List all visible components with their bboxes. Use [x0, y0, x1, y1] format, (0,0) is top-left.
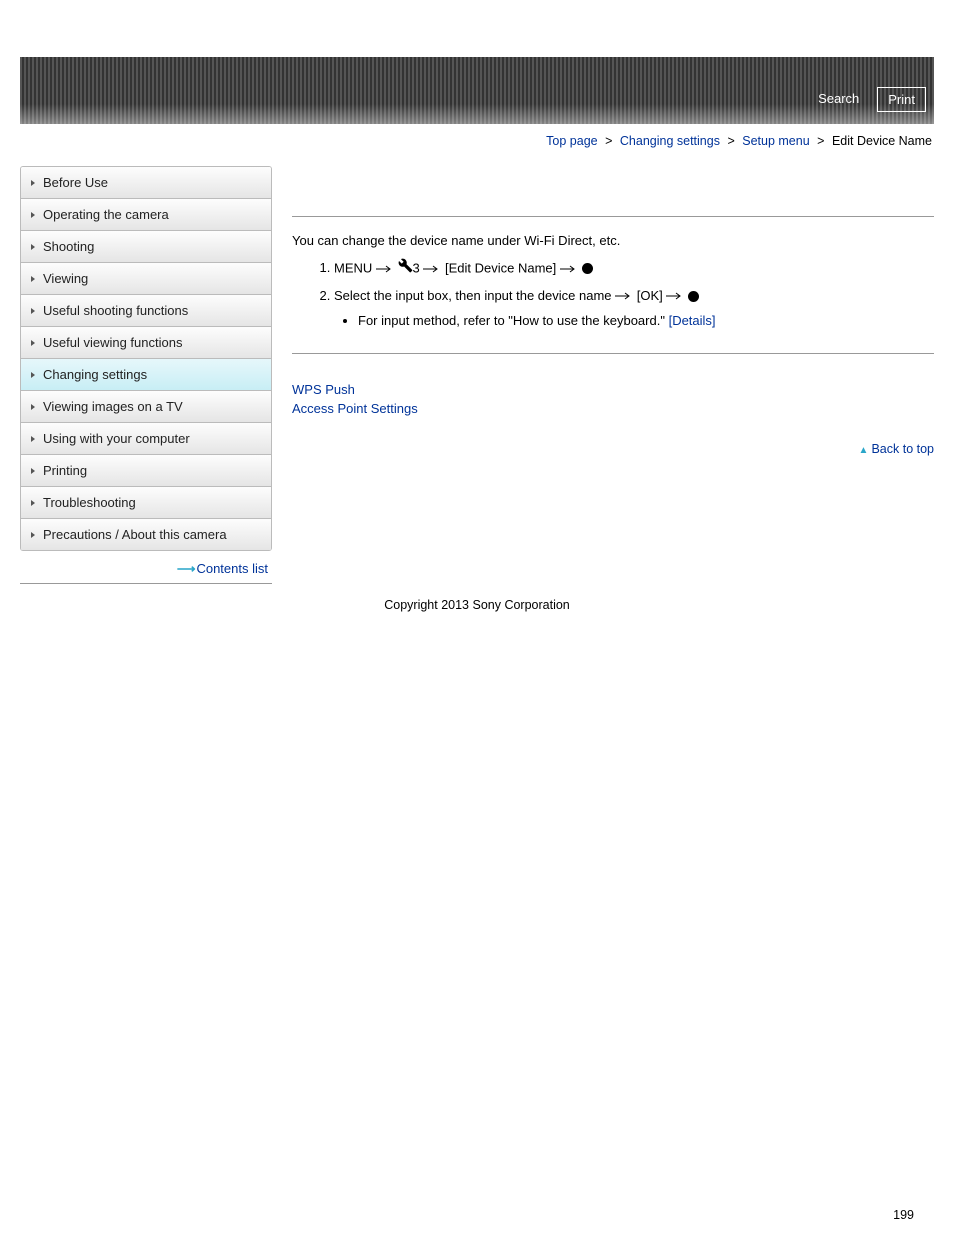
- details-link[interactable]: [Details]: [669, 313, 716, 328]
- step2-ok: [OK]: [637, 288, 663, 303]
- sidebar-item-shooting[interactable]: Shooting: [21, 231, 271, 263]
- wrench-icon: [398, 258, 413, 280]
- back-to-top-link[interactable]: Back to top: [871, 442, 934, 456]
- sidebar-item-viewing-tv[interactable]: Viewing images on a TV: [21, 391, 271, 423]
- intro-text: You can change the device name under Wi-…: [292, 233, 934, 248]
- search-button[interactable]: Search: [808, 87, 869, 112]
- sidebar-item-using-computer[interactable]: Using with your computer: [21, 423, 271, 455]
- sidebar: Before Use Operating the camera Shooting…: [20, 166, 272, 584]
- step1-menu-label: MENU: [334, 260, 372, 275]
- step2-sub: For input method, refer to "How to use t…: [358, 311, 934, 332]
- breadcrumb-sep: >: [601, 134, 616, 148]
- sidebar-item-viewing[interactable]: Viewing: [21, 263, 271, 295]
- step1-wrench-num: 3: [413, 260, 420, 275]
- center-button-icon: [582, 263, 593, 274]
- breadcrumb: Top page > Changing settings > Setup men…: [0, 124, 954, 166]
- step-2: Select the input box, then input the dev…: [334, 286, 934, 332]
- center-button-icon: [688, 291, 699, 302]
- footer-copyright: Copyright 2013 Sony Corporation: [0, 598, 954, 618]
- sidebar-item-precautions[interactable]: Precautions / About this camera: [21, 519, 271, 551]
- link-wps-push[interactable]: WPS Push: [292, 382, 934, 397]
- sidebar-item-useful-viewing[interactable]: Useful viewing functions: [21, 327, 271, 359]
- breadcrumb-sep: >: [813, 134, 828, 148]
- link-access-point-settings[interactable]: Access Point Settings: [292, 401, 934, 416]
- print-button[interactable]: Print: [877, 87, 926, 112]
- sidebar-item-changing-settings[interactable]: Changing settings: [21, 359, 271, 391]
- header-banner: Search Print: [20, 57, 934, 124]
- breadcrumb-setup-menu[interactable]: Setup menu: [742, 134, 809, 148]
- breadcrumb-sep: >: [723, 134, 738, 148]
- steps-list: MENU 3 [Edit Device Name] Select the inp…: [334, 258, 934, 331]
- sidebar-nav: Before Use Operating the camera Shooting…: [20, 166, 272, 551]
- step2-sub-text: For input method, refer to "How to use t…: [358, 313, 665, 328]
- breadcrumb-top-page[interactable]: Top page: [546, 134, 597, 148]
- breadcrumb-current: Edit Device Name: [832, 134, 932, 148]
- sidebar-item-useful-shooting[interactable]: Useful shooting functions: [21, 295, 271, 327]
- sidebar-item-operating-camera[interactable]: Operating the camera: [21, 199, 271, 231]
- arrow-up-icon: ▲: [859, 445, 869, 456]
- arrow-right-icon: [560, 265, 578, 273]
- breadcrumb-changing-settings[interactable]: Changing settings: [620, 134, 720, 148]
- step2-text: Select the input box, then input the dev…: [334, 288, 612, 303]
- related-topics: WPS Push Access Point Settings: [292, 382, 934, 416]
- sidebar-item-printing[interactable]: Printing: [21, 455, 271, 487]
- divider: [292, 216, 934, 217]
- arrow-right-icon: [666, 292, 684, 300]
- step1-target: [Edit Device Name]: [445, 260, 556, 275]
- sidebar-item-troubleshooting[interactable]: Troubleshooting: [21, 487, 271, 519]
- main-content: You can change the device name under Wi-…: [272, 166, 934, 456]
- arrow-right-icon: [376, 265, 394, 273]
- contents-list-link[interactable]: Contents list: [196, 561, 268, 576]
- step-1: MENU 3 [Edit Device Name]: [334, 258, 934, 280]
- arrow-right-icon: [423, 265, 441, 273]
- arrow-right-icon: [615, 292, 633, 300]
- arrow-right-icon: ⟶: [177, 561, 194, 576]
- sidebar-item-before-use[interactable]: Before Use: [21, 167, 271, 199]
- page-number: 199: [0, 618, 954, 1242]
- divider: [292, 353, 934, 354]
